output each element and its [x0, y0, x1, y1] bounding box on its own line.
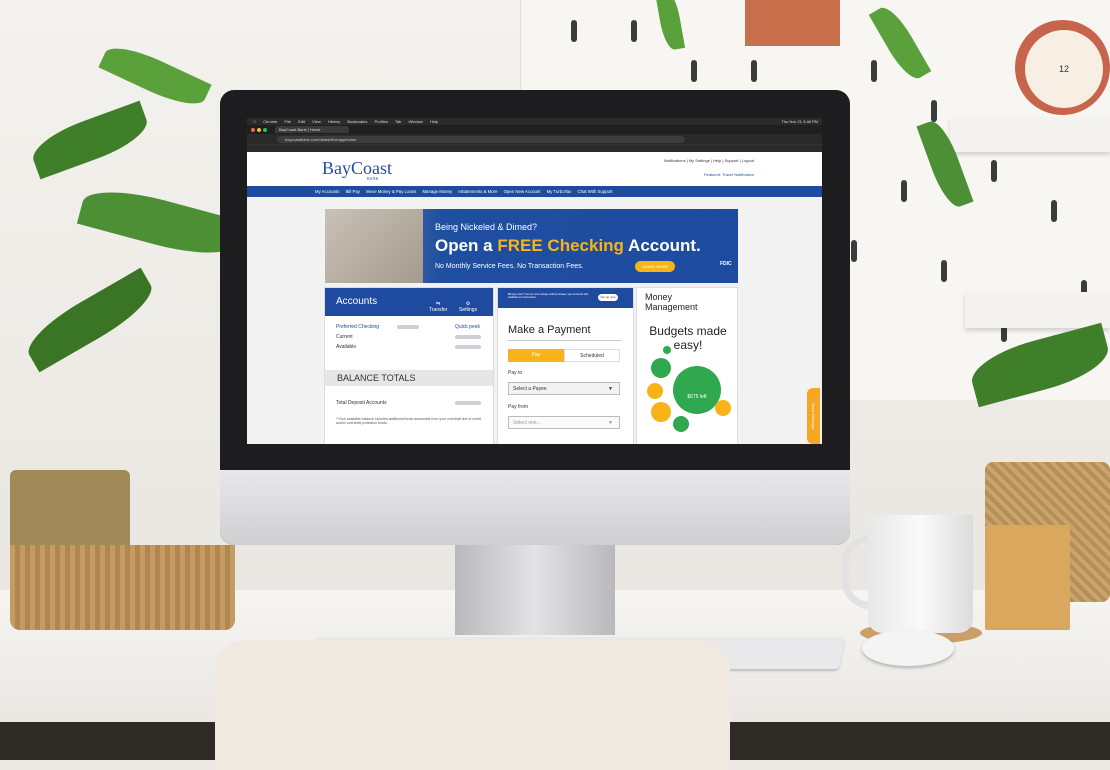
top-links[interactable]: Notifications | My Settings | Help | Sup… [664, 158, 754, 163]
settings-button[interactable]: ⚙ Settings [459, 301, 477, 313]
tab-scheduled[interactable]: Scheduled [564, 349, 620, 362]
mouse [862, 630, 954, 666]
close-window-icon[interactable] [251, 127, 255, 132]
menubar-clock: Thu Nov 21 3:48 PM [781, 119, 818, 124]
address-bar-row: baycoastbank.com/dbank/live/app/home [247, 134, 822, 144]
site-header: BayCoast BANK Notifications | My Setting… [247, 152, 822, 186]
nav-move-money[interactable]: Move Money & Pay Loans [366, 189, 416, 194]
promo-banner[interactable]: Being Nickeled & Dimed? Open a FREE Chec… [325, 209, 738, 283]
mac-menubar:  Chrome File Edit View History Bookmark… [247, 118, 822, 125]
coffee-mug [868, 515, 973, 633]
menu-window[interactable]: Window [409, 119, 423, 124]
send-message-button[interactable]: Send Message [807, 388, 820, 444]
divider [508, 340, 622, 341]
menu-view[interactable]: View [312, 119, 321, 124]
menu-help[interactable]: Help [430, 119, 438, 124]
minimize-window-icon[interactable] [257, 127, 261, 132]
menu-file[interactable]: File [284, 119, 290, 124]
browser-tabbar: BayCoast Bank | Home [247, 125, 822, 134]
account-name-link[interactable]: Preferred Checking [336, 324, 379, 330]
logo-subtitle: BANK [367, 176, 379, 181]
blurred-current-balance [455, 335, 481, 339]
menu-history[interactable]: History [328, 119, 340, 124]
notice-button[interactable]: Set up now [598, 294, 618, 301]
menu-edit[interactable]: Edit [298, 119, 305, 124]
budget-bubble [715, 400, 731, 416]
balance-totals-heading: BALANCE TOTALS [325, 370, 493, 386]
accounts-title: Accounts [336, 296, 378, 307]
current-label: Current [336, 334, 353, 340]
budgets-headline: Budgets made easy! [649, 324, 727, 352]
payee-select[interactable]: Select a Payee ▼ [508, 382, 620, 395]
money-management-panel: Money Management Budgets made easy! $675… [636, 287, 738, 444]
pay-from-label: Pay from [508, 404, 529, 410]
nav-chat-support[interactable]: Chat With Support [577, 189, 612, 194]
budget-main-bubble[interactable]: $675 left [673, 366, 721, 414]
balance-footnote: **Your available balance includes additi… [336, 417, 481, 425]
quick-peek-link[interactable]: Quick peek [455, 324, 480, 330]
nav-bill-pay[interactable]: Bill Pay [346, 189, 360, 194]
blurred-available-balance [455, 345, 481, 349]
blurred-account-number [397, 325, 419, 329]
nav-estatements[interactable]: eStatements & More [458, 189, 497, 194]
pay-from-select[interactable]: Select one... ▼ [508, 416, 620, 429]
transfer-button[interactable]: ⇆ Transfer [429, 301, 447, 313]
accounts-header: Accounts ⇆ Transfer ⚙ Settings [325, 288, 493, 316]
bookmarks-bar: Main [247, 144, 822, 159]
fdic-badge: FDIC [720, 261, 732, 267]
budget-bubble [673, 416, 689, 432]
baycoast-logo[interactable]: BayCoast [322, 158, 392, 179]
budget-bubble [663, 346, 671, 354]
payment-title: Make a Payment [508, 324, 591, 336]
learn-more-button[interactable]: LEARN MORE [635, 261, 675, 272]
menu-bookmarks[interactable]: Bookmarks [347, 119, 367, 124]
apple-icon[interactable]:  [253, 119, 256, 124]
menu-profiles[interactable]: Profiles [375, 119, 388, 124]
banner-line1: Being Nickeled & Dimed? [435, 222, 538, 232]
payment-panel: Bill pay more? You can now manage activi… [497, 287, 634, 444]
banner-photo [325, 209, 423, 283]
nav-manage-money[interactable]: Manage Money [422, 189, 452, 194]
url-field[interactable]: baycoastbank.com/dbank/live/app/home [277, 135, 685, 143]
menu-tab[interactable]: Tab [395, 119, 401, 124]
nav-turbotax[interactable]: My TurboTax [547, 189, 572, 194]
accounts-panel: Accounts ⇆ Transfer ⚙ Settings Preferred C… [324, 287, 494, 444]
total-deposit-label: Total Deposit Accounts [336, 400, 387, 406]
chevron-down-icon: ▼ [608, 420, 613, 426]
tab-pay[interactable]: Pay [508, 349, 564, 362]
money-management-title: Money Management [645, 292, 698, 312]
notice-text: Bill pay more? You can now manage activi… [508, 293, 589, 299]
blurred-total-balance [455, 401, 481, 405]
browser-tab[interactable]: BayCoast Bank | Home [275, 126, 349, 133]
chair-back [215, 640, 730, 770]
monitor-chin [220, 470, 850, 545]
shelf-top [950, 118, 1110, 152]
menu-chrome[interactable]: Chrome [263, 119, 277, 124]
hanging-planter [745, 0, 840, 46]
billpay-notice: Bill pay more? You can now manage activi… [498, 288, 633, 308]
monitor-screen:  Chrome File Edit View History Bookmark… [247, 118, 822, 444]
budget-bubble [651, 402, 671, 422]
woven-tray [10, 545, 235, 630]
pencil-cup [985, 525, 1070, 630]
monitor-stand [455, 545, 615, 635]
clock-face: 12 [1025, 30, 1103, 108]
bank-site: BayCoast BANK Notifications | My Setting… [247, 152, 822, 444]
shelf-middle [965, 292, 1110, 328]
featured-link[interactable]: Featured: Travel Notification [704, 172, 754, 177]
pay-to-label: Pay to [508, 370, 523, 376]
nav-my-accounts[interactable]: My Accounts [315, 189, 339, 194]
budget-bubble [651, 358, 671, 378]
nav-open-account[interactable]: Open New Account [504, 189, 541, 194]
banner-headline: Open a FREE Checking Account. [435, 236, 701, 255]
main-nav: My Accounts Bill Pay Move Money & Pay Lo… [247, 186, 822, 197]
banner-subline: No Monthly Service Fees. No Transaction … [435, 263, 584, 270]
zoom-window-icon[interactable] [263, 127, 267, 132]
budget-bubble [647, 383, 663, 399]
chevron-down-icon: ▼ [608, 386, 613, 392]
available-label: Available [336, 344, 357, 350]
